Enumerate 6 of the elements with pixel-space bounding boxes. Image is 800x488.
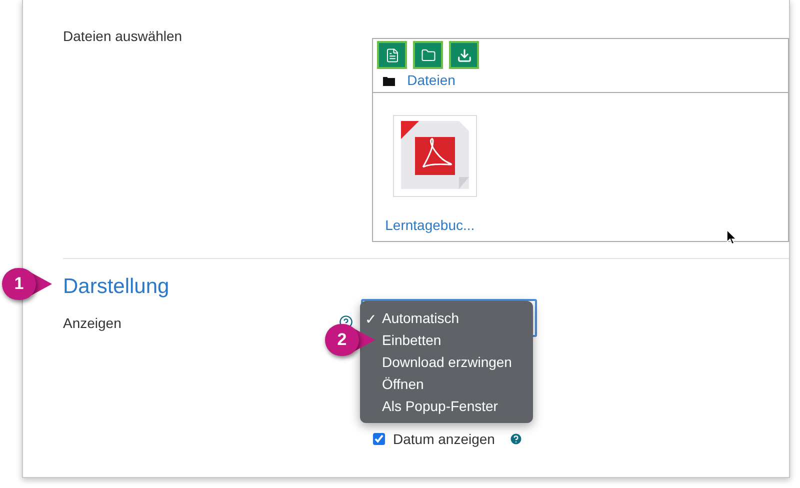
step-tooltip: 2 [325, 324, 375, 356]
check-mark: ✓ [364, 310, 378, 327]
checkbox-label: Datum anzeigen [393, 430, 495, 449]
field-label: Anzeigen [63, 314, 122, 333]
step-tooltip: 1 [2, 268, 52, 300]
field-label: Dateien auswählen [63, 27, 184, 46]
